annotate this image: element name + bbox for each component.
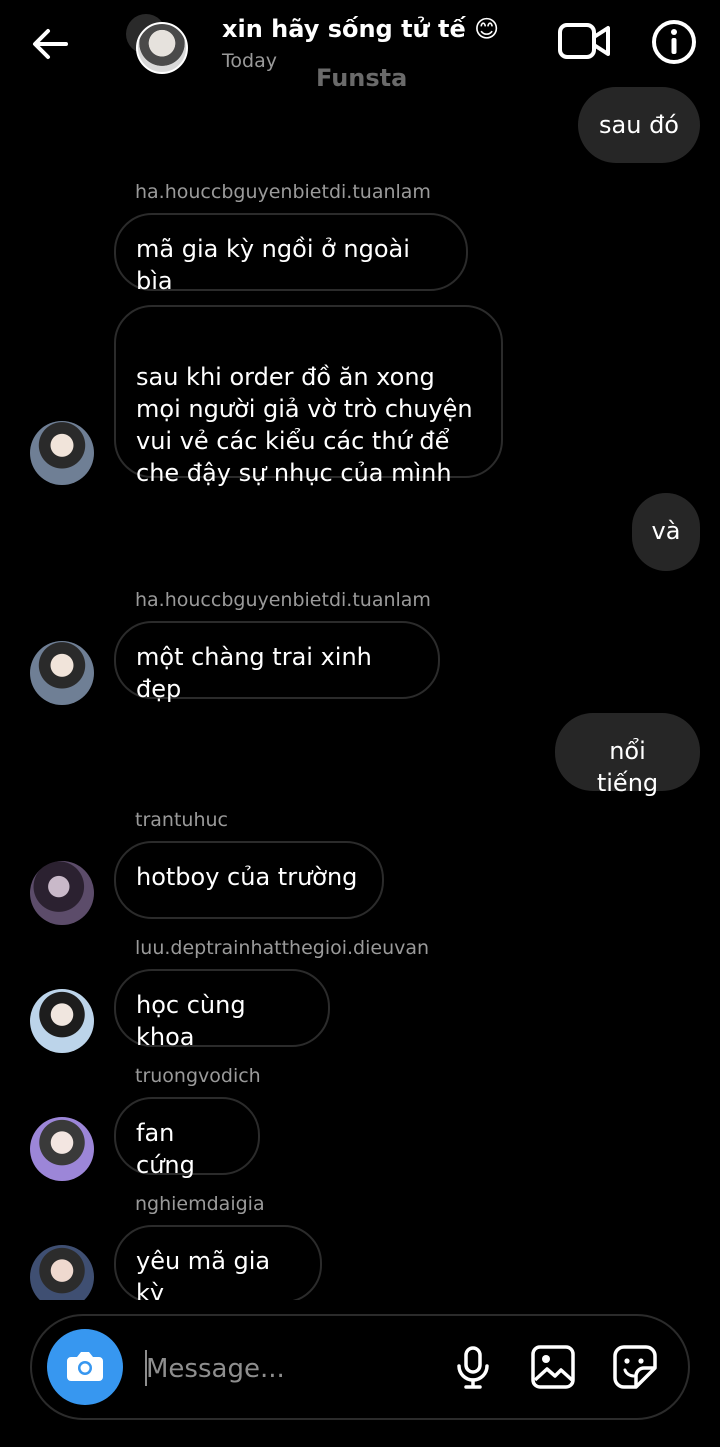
message-bubble-outgoing[interactable]: nổi tiếng (555, 713, 700, 797)
chat-subtitle: Today (222, 50, 277, 72)
camera-button[interactable] (47, 1329, 123, 1405)
group-avatar[interactable] (136, 22, 188, 74)
message-bubble-incoming[interactable]: sau khi order đồ ăn xong mọi người giả v… (114, 305, 503, 487)
sender-avatar[interactable] (30, 421, 94, 485)
message-bubble-incoming[interactable]: fan cứng (114, 1097, 260, 1179)
message-composer (30, 1314, 690, 1420)
back-arrow-icon[interactable] (28, 22, 72, 66)
message-bubble-outgoing[interactable]: và (632, 493, 700, 571)
sender-avatar[interactable] (30, 1117, 94, 1181)
video-call-icon[interactable] (556, 18, 612, 64)
sender-name: trantuhuc (135, 809, 228, 831)
message-bubble-incoming[interactable]: hotboy của trường (114, 841, 384, 919)
chat-header: xin hãy sống tử tế 😊 Today Funsta (0, 0, 720, 95)
sender-avatar[interactable] (30, 989, 94, 1053)
sender-avatar[interactable] (30, 641, 94, 705)
message-bubble-incoming[interactable]: học cùng khoa (114, 969, 330, 1051)
message-list-clip: yêu mã gia kỳ (0, 1220, 720, 1300)
sender-avatar[interactable] (30, 861, 94, 925)
sender-name: ha.houccbguyenbietdi.tuanlam (135, 181, 431, 203)
overlay-watermark: Funsta (316, 64, 408, 92)
message-text: học cùng khoa (136, 991, 246, 1051)
camera-icon (67, 1352, 103, 1381)
message-text: một chàng trai xinh đẹp (136, 643, 372, 703)
message-input[interactable] (144, 1340, 438, 1398)
message-text: hotboy của trường (136, 863, 358, 891)
message-bubble-outgoing[interactable]: sau đó (578, 87, 700, 163)
message-bubble-incoming[interactable]: một chàng trai xinh đẹp (114, 621, 440, 703)
message-text: và (651, 517, 681, 545)
sender-name: luu.deptrainhatthegioi.dieuvan (135, 937, 430, 959)
chat-title[interactable]: xin hãy sống tử tế 😊 (222, 15, 499, 43)
message-text: sau khi order đồ ăn xong mọi người giả v… (136, 363, 473, 487)
gallery-icon[interactable] (530, 1344, 576, 1390)
message-text: mã gia kỳ ngồi ở ngoài bìa (136, 235, 410, 295)
sender-name: ha.houccbguyenbietdi.tuanlam (135, 589, 431, 611)
message-text: sau đó (599, 111, 679, 139)
sticker-icon[interactable] (612, 1344, 658, 1390)
message-text: yêu mã gia kỳ (136, 1247, 271, 1300)
message-bubble-incoming[interactable]: mã gia kỳ ngồi ở ngoài bìa (114, 213, 468, 295)
message-text: nổi tiếng (596, 737, 659, 797)
message-bubble-incoming[interactable]: yêu mã gia kỳ (114, 1225, 322, 1300)
sender-avatar[interactable] (30, 1245, 94, 1300)
info-icon[interactable] (650, 18, 698, 66)
microphone-icon[interactable] (450, 1344, 496, 1390)
sender-name: nghiemdaigia (135, 1193, 265, 1215)
sender-name: truongvodich (135, 1065, 261, 1087)
message-text: fan cứng (136, 1119, 195, 1179)
